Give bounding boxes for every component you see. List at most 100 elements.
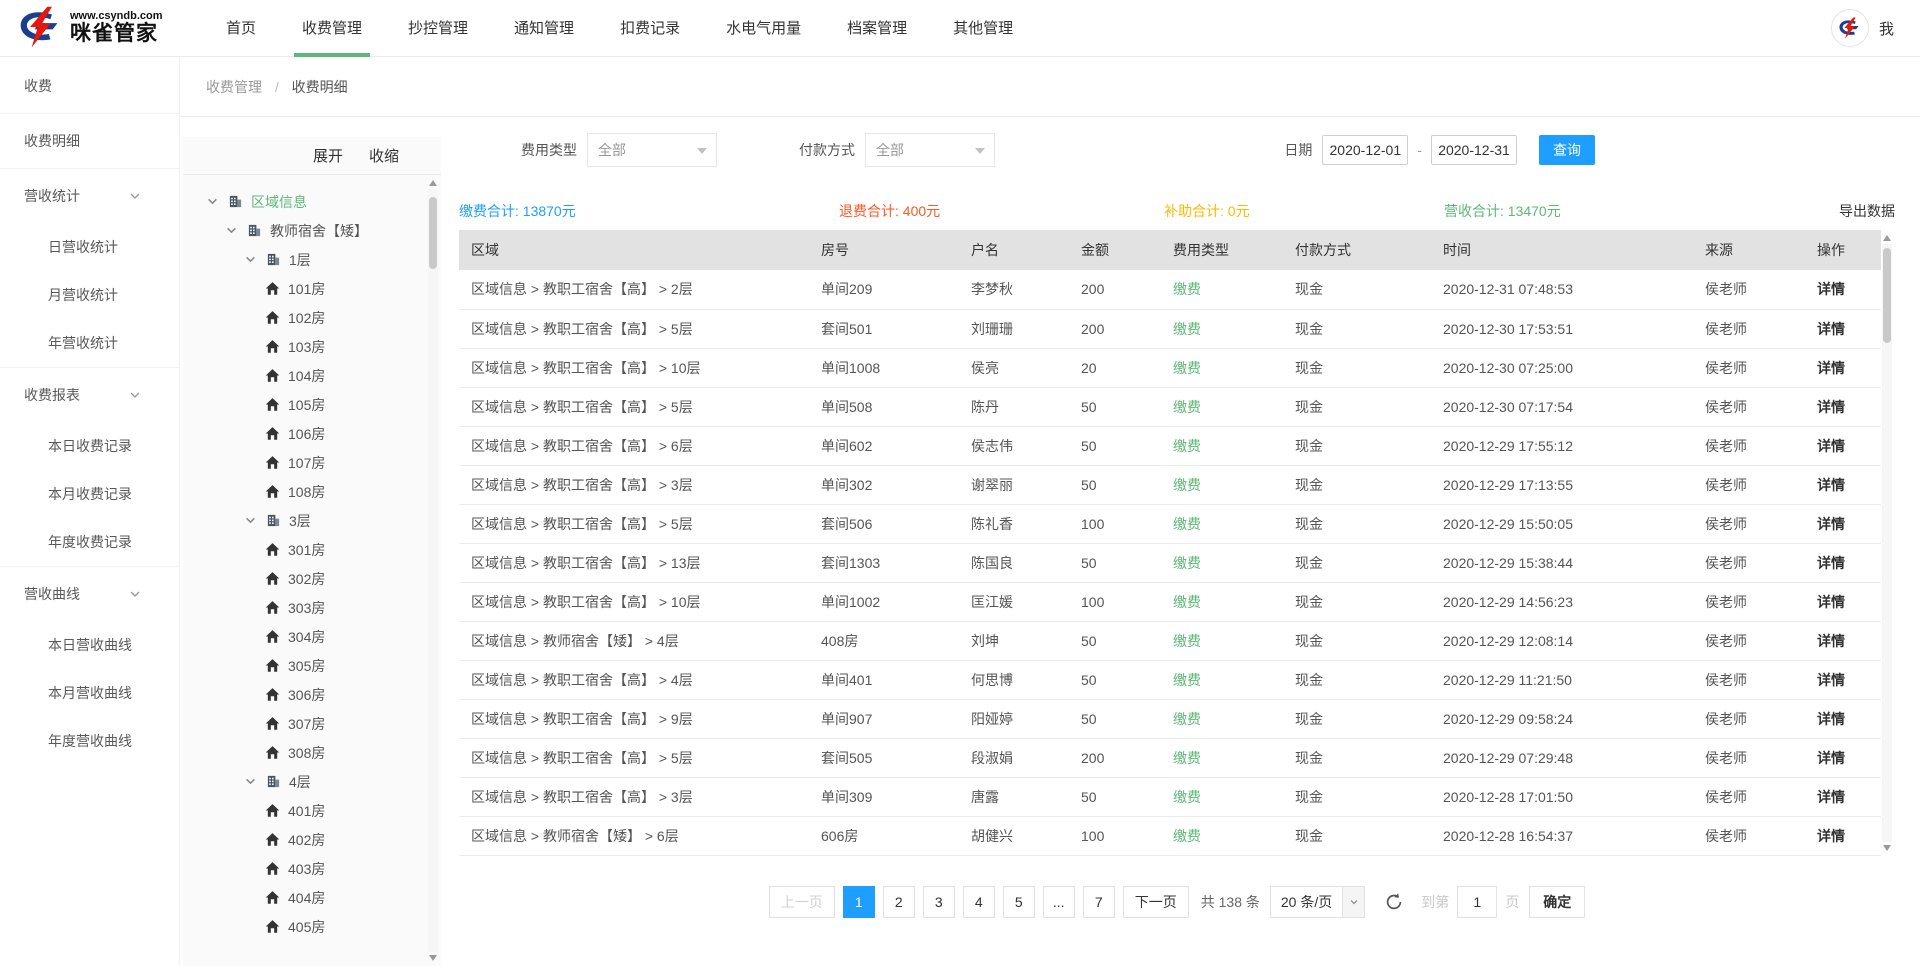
tree-node[interactable]: 107房 (183, 448, 441, 477)
sidebar-item[interactable]: 年度收费记录 (0, 518, 179, 567)
tree-node[interactable]: 302房 (183, 564, 441, 593)
detail-link[interactable]: 详情 (1817, 555, 1845, 571)
pay-method-select[interactable]: 全部 (865, 133, 995, 167)
brand-logo[interactable]: www.csyndb.com 咪雀管家 (16, 6, 188, 51)
tree-node[interactable]: 308房 (183, 738, 441, 767)
goto-page-input[interactable] (1457, 886, 1497, 918)
tree-node[interactable]: 区域信息 (183, 187, 441, 216)
tree-node[interactable]: 106房 (183, 419, 441, 448)
tree-scrollbar[interactable] (427, 179, 439, 962)
refresh-button[interactable] (1383, 891, 1405, 913)
tree-node[interactable]: 404房 (183, 883, 441, 912)
top-navbar: www.csyndb.com 咪雀管家 首页 收费管理 抄控管理 通知管理 扣费… (0, 0, 1920, 57)
detail-link[interactable]: 详情 (1817, 281, 1845, 297)
detail-link[interactable]: 详情 (1817, 594, 1845, 610)
table-scrollbar-track[interactable] (1882, 244, 1892, 842)
tree-node[interactable]: 401房 (183, 796, 441, 825)
chevron-down-icon[interactable] (245, 515, 265, 526)
nav-item[interactable]: 水电气用量 (726, 0, 801, 57)
tree-scrollbar-track[interactable] (428, 189, 438, 952)
tree-node[interactable]: 105房 (183, 390, 441, 419)
detail-link[interactable]: 详情 (1817, 672, 1845, 688)
sidebar-item[interactable]: 收费明细 (0, 114, 179, 169)
page-number-button[interactable]: 1 (843, 886, 875, 918)
detail-link[interactable]: 详情 (1817, 321, 1845, 337)
tree-node[interactable]: 405房 (183, 912, 441, 941)
chevron-down-icon[interactable] (245, 254, 265, 265)
tree-node[interactable]: 303房 (183, 593, 441, 622)
page-number-button[interactable]: 2 (883, 886, 915, 918)
detail-link[interactable]: 详情 (1817, 711, 1845, 727)
detail-link[interactable]: 详情 (1817, 828, 1845, 844)
next-page-button[interactable]: 下一页 (1123, 886, 1189, 918)
tree-node[interactable]: 403房 (183, 854, 441, 883)
page-number-button[interactable]: 3 (923, 886, 955, 918)
nav-item[interactable]: 收费管理 (302, 0, 362, 57)
avatar[interactable] (1831, 9, 1869, 47)
sidebar-item[interactable]: 年营收统计 (0, 319, 179, 368)
nav-item[interactable]: 通知管理 (514, 0, 574, 57)
chevron-down-icon[interactable] (207, 196, 227, 207)
detail-link[interactable]: 详情 (1817, 399, 1845, 415)
table-scrollbar-thumb[interactable] (1883, 248, 1891, 343)
breadcrumb-parent[interactable]: 收费管理 (206, 79, 262, 95)
table-scrollbar[interactable] (1881, 234, 1893, 852)
user-menu-label[interactable]: 我 (1879, 18, 1894, 39)
nav-item[interactable]: 扣费记录 (620, 0, 680, 57)
detail-link[interactable]: 详情 (1817, 789, 1845, 805)
nav-item[interactable]: 抄控管理 (408, 0, 468, 57)
sidebar-item[interactable]: 本日收费记录 (0, 422, 179, 470)
tree-node[interactable]: 304房 (183, 622, 441, 651)
tree-node[interactable]: 102房 (183, 303, 441, 332)
tree-node[interactable]: 1层 (183, 245, 441, 274)
sidebar-item[interactable]: 日营收统计 (0, 223, 179, 271)
page-number-button[interactable]: 7 (1083, 886, 1115, 918)
tree-node[interactable]: 103房 (183, 332, 441, 361)
sidebar-item[interactable]: 月营收统计 (0, 271, 179, 319)
prev-page-button[interactable]: 上一页 (769, 886, 835, 918)
tree-node[interactable]: 305房 (183, 651, 441, 680)
detail-link[interactable]: 详情 (1817, 477, 1845, 493)
tree-node[interactable]: 104房 (183, 361, 441, 390)
fee-type-select[interactable]: 全部 (587, 133, 717, 167)
tree-node[interactable]: 教师宿舍【矮】 (183, 216, 441, 245)
tree-node[interactable]: 3层 (183, 506, 441, 535)
page-number-button[interactable]: 5 (1003, 886, 1035, 918)
tree-expand-button[interactable]: 展开 (313, 145, 343, 166)
date-to-input[interactable] (1431, 135, 1517, 165)
tree-node[interactable]: 101房 (183, 274, 441, 303)
nav-item[interactable]: 首页 (226, 0, 256, 57)
export-data-button[interactable]: 导出数据 (1839, 201, 1895, 221)
detail-link[interactable]: 详情 (1817, 438, 1845, 454)
page-number-button[interactable]: 4 (963, 886, 995, 918)
tree-node[interactable]: 4层 (183, 767, 441, 796)
detail-link[interactable]: 详情 (1817, 516, 1845, 532)
detail-link[interactable]: 详情 (1817, 360, 1845, 376)
tree-node[interactable]: 402房 (183, 825, 441, 854)
tree-node[interactable]: 301房 (183, 535, 441, 564)
date-from-input[interactable] (1322, 135, 1408, 165)
sidebar-item[interactable]: 本月收费记录 (0, 470, 179, 518)
tree-scrollbar-thumb[interactable] (429, 197, 437, 269)
tree-node[interactable]: 108房 (183, 477, 441, 506)
nav-item[interactable]: 档案管理 (847, 0, 907, 57)
sidebar-item[interactable]: 年度营收曲线 (0, 717, 179, 765)
tree-node[interactable]: 307房 (183, 709, 441, 738)
page-size-select[interactable]: 20 条/页 (1270, 886, 1365, 918)
sidebar-item[interactable]: 营收统计 (0, 169, 179, 223)
sidebar-item[interactable]: 收费报表 (0, 368, 179, 422)
detail-link[interactable]: 详情 (1817, 750, 1845, 766)
page-number-button[interactable]: ... (1043, 886, 1075, 918)
sidebar-item[interactable]: 营收曲线 (0, 567, 179, 621)
tree-node[interactable]: 306房 (183, 680, 441, 709)
nav-item[interactable]: 其他管理 (953, 0, 1013, 57)
chevron-down-icon[interactable] (245, 776, 265, 787)
sidebar-item[interactable]: 收费 (0, 59, 179, 114)
sidebar-item[interactable]: 本日营收曲线 (0, 621, 179, 669)
chevron-down-icon[interactable] (226, 225, 246, 236)
confirm-button[interactable]: 确定 (1529, 886, 1585, 918)
detail-link[interactable]: 详情 (1817, 633, 1845, 649)
sidebar-item[interactable]: 本月营收曲线 (0, 669, 179, 717)
query-button[interactable]: 查询 (1539, 135, 1595, 165)
tree-collapse-button[interactable]: 收缩 (369, 145, 399, 166)
